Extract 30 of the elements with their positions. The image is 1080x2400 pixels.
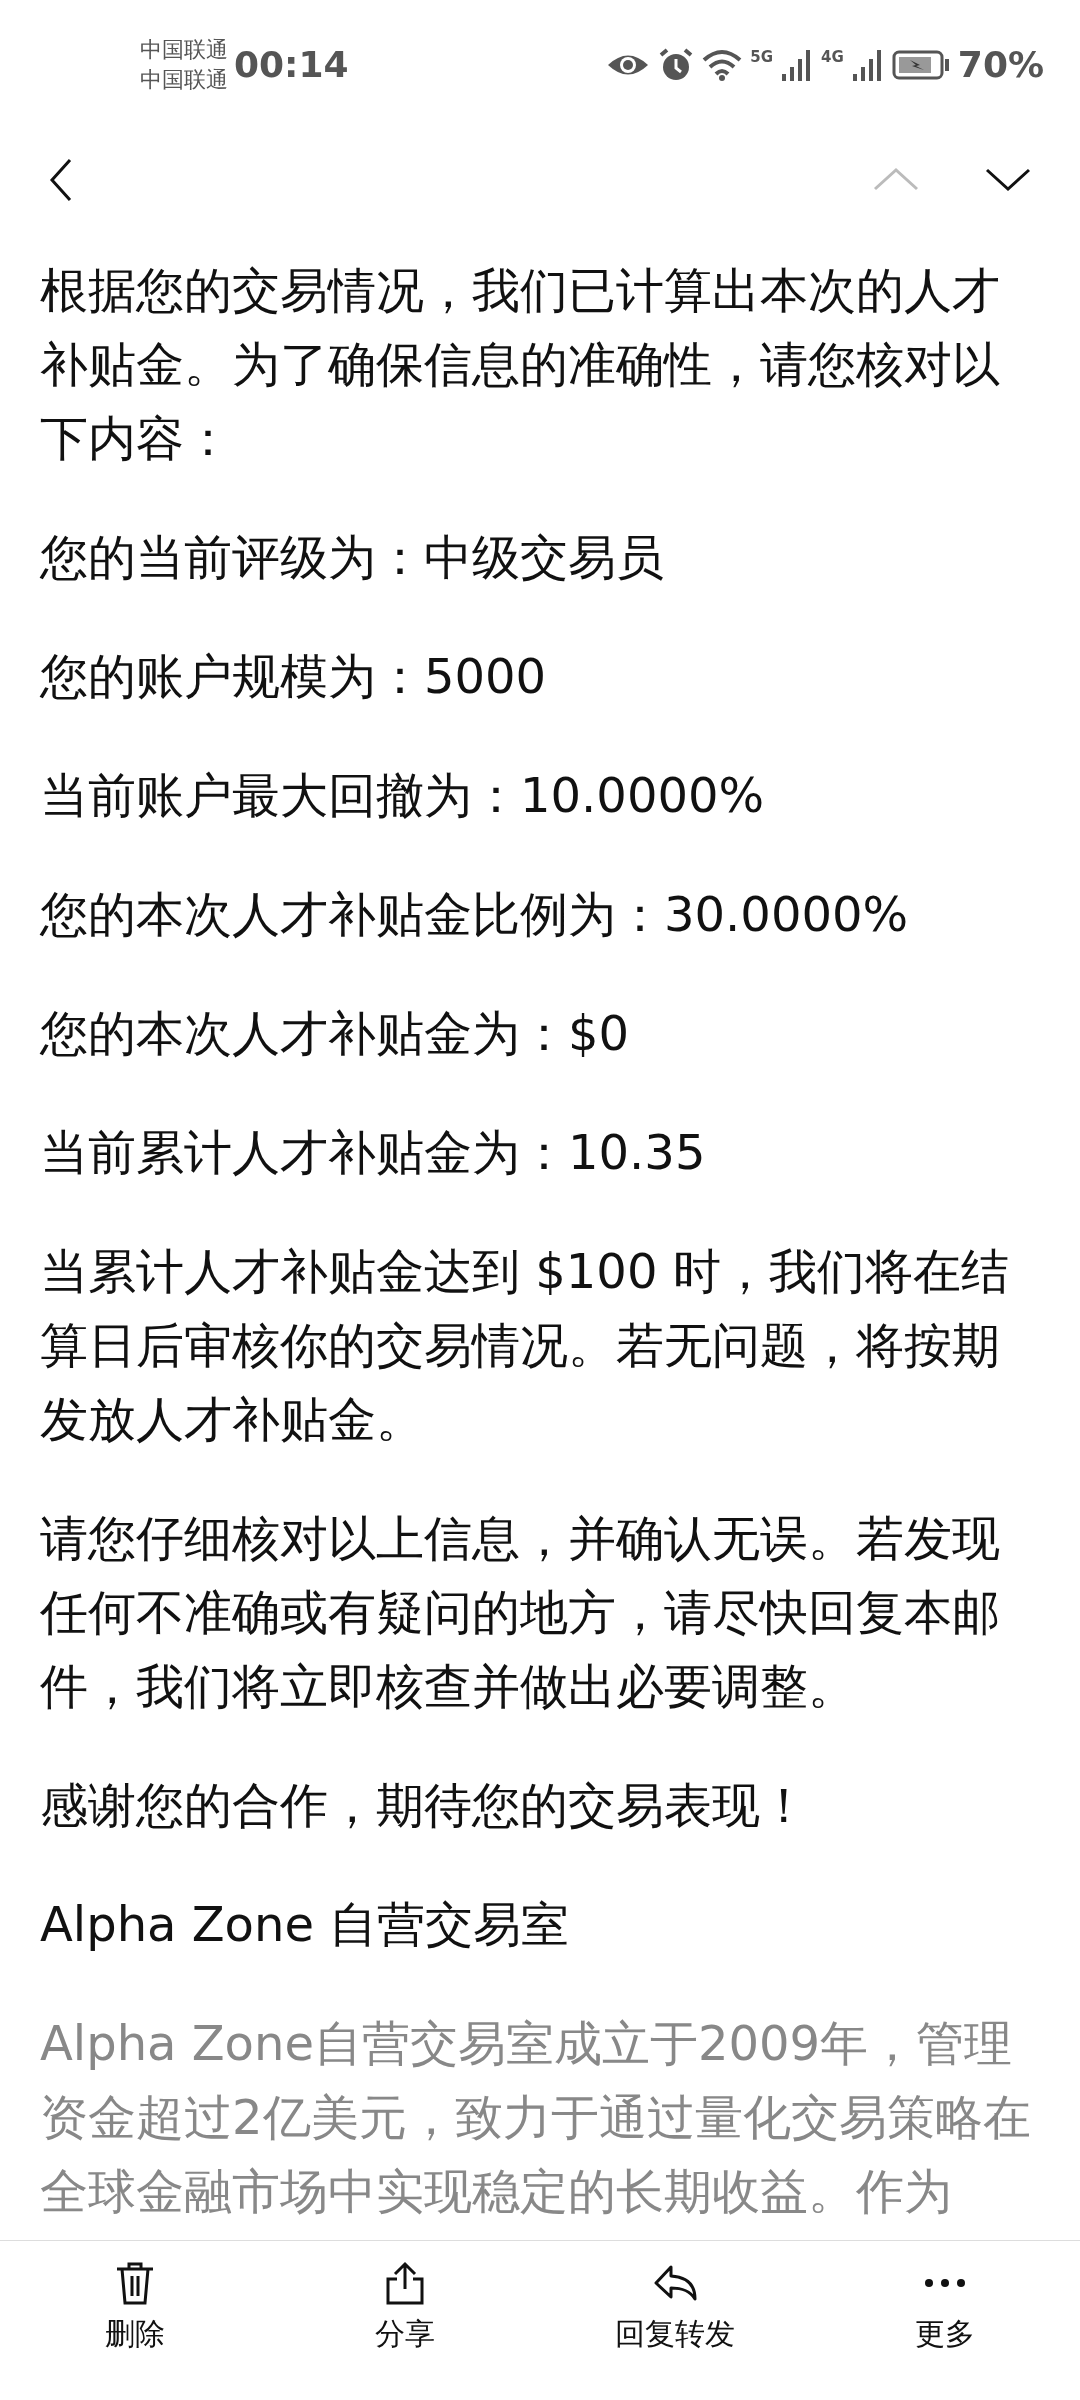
- alarm-clock-icon: [658, 47, 695, 83]
- more-icon: [923, 2277, 967, 2289]
- battery-charging-icon: [891, 50, 950, 80]
- message-paragraph: 根据您的交易情况，我们已计算出本次的人才补贴金。为了确保信息的准确性，请您核对以下内容：: [40, 261, 1001, 468]
- message-paragraph: 当累计人才补贴金达到 $100 时，我们将在结算日后审核你的交易情况。若无问题，将按期发放人才补贴金。: [40, 1242, 1010, 1449]
- reply-forward-button[interactable]: 回复转发: [575, 2241, 775, 2400]
- carrier-name: 中国联通: [140, 66, 228, 94]
- wifi-icon: [702, 48, 743, 82]
- battery-percentage: 70%: [957, 43, 1044, 87]
- carrier-name: 中国联通: [140, 36, 228, 64]
- message-paragraph: 您的本次人才补贴金比例为：30.0000%: [40, 885, 910, 944]
- network-type-label: 5G: [750, 47, 774, 68]
- message-paragraph: Alpha Zone 自营交易室: [40, 1895, 571, 1954]
- chevron-up-icon: [872, 167, 920, 193]
- message-paragraph: 您的本次人才补贴金为：$0: [40, 1004, 631, 1063]
- message-paragraph: 您的账户规模为：5000: [40, 647, 548, 706]
- message-paragraph: 请您仔细核对以上信息，并确认无误。若发现任何不准确或有疑问的地方，请尽快回复本邮件，我们将立即核查并做出必要调整。: [40, 1509, 1001, 1716]
- back-icon: [48, 158, 74, 202]
- company-description: Alpha Zone自营交易室成立于2009年，管理资金超过2亿美元，致力于通过量化交易策略在全球金融市场中实现稳定的长期收益。作为: [40, 2014, 1032, 2221]
- message-paragraph: 感谢您的合作，期待您的交易表现！: [40, 1776, 809, 1835]
- message-paragraph: 当前账户最大回撤为：10.0000%: [40, 766, 766, 825]
- message-paragraph: 当前累计人才补贴金为：10.35: [40, 1123, 707, 1182]
- message-paragraph: 您的当前评级为：中级交易员: [40, 528, 665, 587]
- delete-button[interactable]: 删除: [35, 2241, 235, 2400]
- more-button[interactable]: 更多: [845, 2241, 1045, 2400]
- share-button[interactable]: 分享: [305, 2241, 505, 2400]
- chevron-down-icon: [984, 167, 1032, 193]
- signal-bars-icon: [851, 48, 884, 82]
- network-type-label: 4G: [821, 47, 844, 68]
- clock-time: 00:14: [234, 43, 349, 87]
